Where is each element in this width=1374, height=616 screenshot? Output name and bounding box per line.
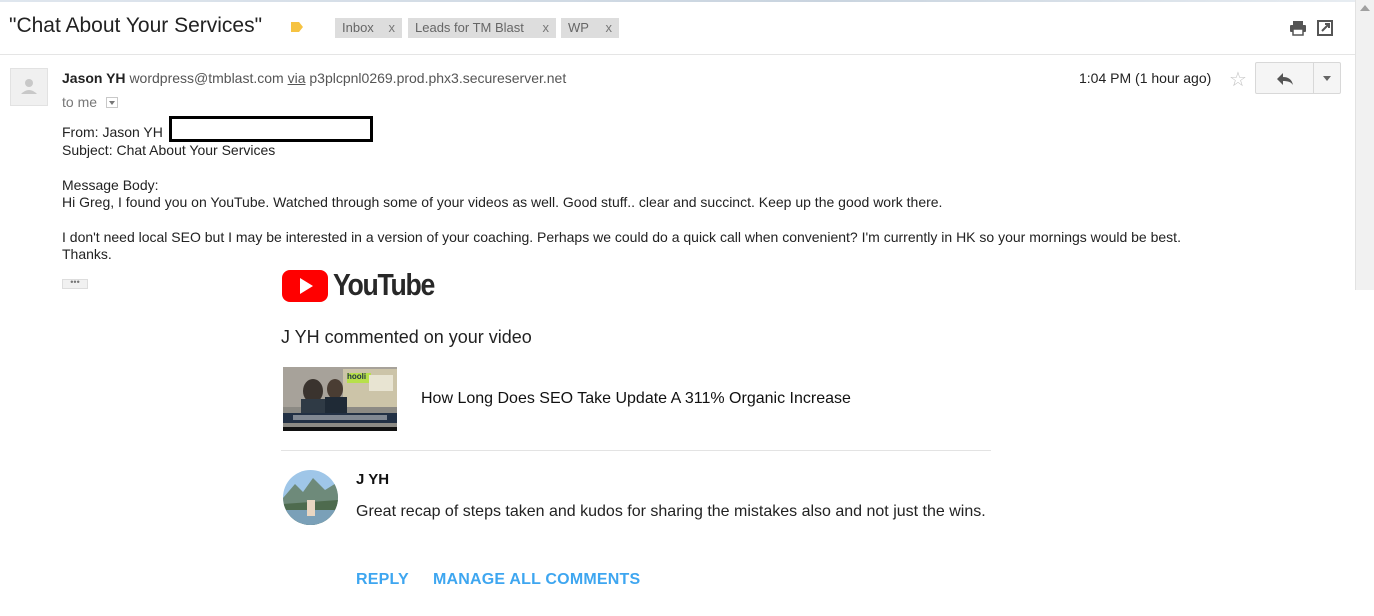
body-paragraph-2: I don't need local SEO but I may be inte… bbox=[62, 229, 1181, 245]
body-from-line: From: Jason YH bbox=[62, 124, 163, 140]
show-trimmed-content-button[interactable]: ••• bbox=[62, 278, 88, 289]
remove-label-button[interactable]: x bbox=[606, 18, 613, 38]
label-tag-icon[interactable] bbox=[291, 21, 303, 33]
sender-avatar[interactable] bbox=[10, 68, 48, 106]
via-server: p3plcpnl0269.prod.phx3.secureserver.net bbox=[309, 70, 567, 86]
show-details-dropdown[interactable] bbox=[106, 97, 118, 108]
label-chip-name: Inbox bbox=[342, 20, 374, 35]
reply-icon bbox=[1277, 73, 1293, 85]
print-icon[interactable] bbox=[1289, 19, 1307, 37]
star-icon[interactable]: ☆ bbox=[1229, 67, 1247, 92]
reply-link[interactable]: REPLY bbox=[356, 571, 409, 589]
remove-label-button[interactable]: x bbox=[389, 18, 396, 38]
body-thanks: Thanks. bbox=[62, 246, 112, 262]
scroll-up-arrow-icon[interactable] bbox=[1360, 5, 1370, 11]
window-top-edge bbox=[0, 0, 1374, 2]
youtube-wordmark: YouTube bbox=[333, 267, 435, 302]
comment-text: Great recap of steps taken and kudos for… bbox=[356, 503, 986, 520]
commenter-avatar-image bbox=[283, 470, 338, 525]
comment-divider bbox=[281, 450, 991, 451]
reply-button[interactable] bbox=[1255, 62, 1314, 94]
person-icon bbox=[21, 79, 37, 94]
video-title-link[interactable]: How Long Does SEO Take Update A 311% Org… bbox=[421, 390, 851, 408]
header-divider bbox=[0, 54, 1355, 55]
recipient-line: to me bbox=[62, 94, 98, 110]
label-chip-inbox[interactable]: Inbox x bbox=[335, 18, 402, 38]
redacted-box bbox=[169, 116, 373, 142]
notification-headline: J YH commented on your video bbox=[281, 327, 532, 347]
body-message-label: Message Body: bbox=[62, 177, 159, 193]
label-chip-wp[interactable]: WP x bbox=[561, 18, 619, 38]
body-subject-line: Subject: Chat About Your Services bbox=[62, 142, 276, 158]
label-chip-name: Leads for TM Blast bbox=[415, 20, 524, 35]
label-chip-leads-for-tm-blast[interactable]: Leads for TM Blast x bbox=[408, 18, 556, 38]
remove-label-button[interactable]: x bbox=[543, 18, 550, 38]
more-options-button[interactable] bbox=[1313, 62, 1341, 94]
label-chip-name: WP bbox=[568, 20, 589, 35]
via-link[interactable]: via bbox=[288, 70, 306, 86]
sender-name[interactable]: Jason YH bbox=[62, 70, 126, 86]
open-in-new-window-icon[interactable] bbox=[1316, 19, 1334, 37]
scrollbar[interactable] bbox=[1355, 0, 1374, 290]
sender-line: Jason YH wordpress@tmblast.com via p3plc… bbox=[62, 70, 566, 86]
video-thumbnail-image bbox=[283, 367, 397, 431]
thread-subject: "Chat About Your Services" bbox=[9, 14, 263, 37]
commenter-avatar[interactable] bbox=[283, 470, 338, 525]
body-paragraph-1: Hi Greg, I found you on YouTube. Watched… bbox=[62, 194, 943, 210]
commenter-name: J YH bbox=[356, 471, 390, 488]
video-thumbnail[interactable]: hooli bbox=[283, 367, 397, 431]
message-time: 1:04 PM (1 hour ago) bbox=[1079, 70, 1212, 86]
sender-email: wordpress@tmblast.com bbox=[129, 70, 284, 86]
thumbnail-sign-text: hooli bbox=[347, 372, 367, 381]
manage-all-comments-link[interactable]: MANAGE ALL COMMENTS bbox=[433, 571, 640, 589]
